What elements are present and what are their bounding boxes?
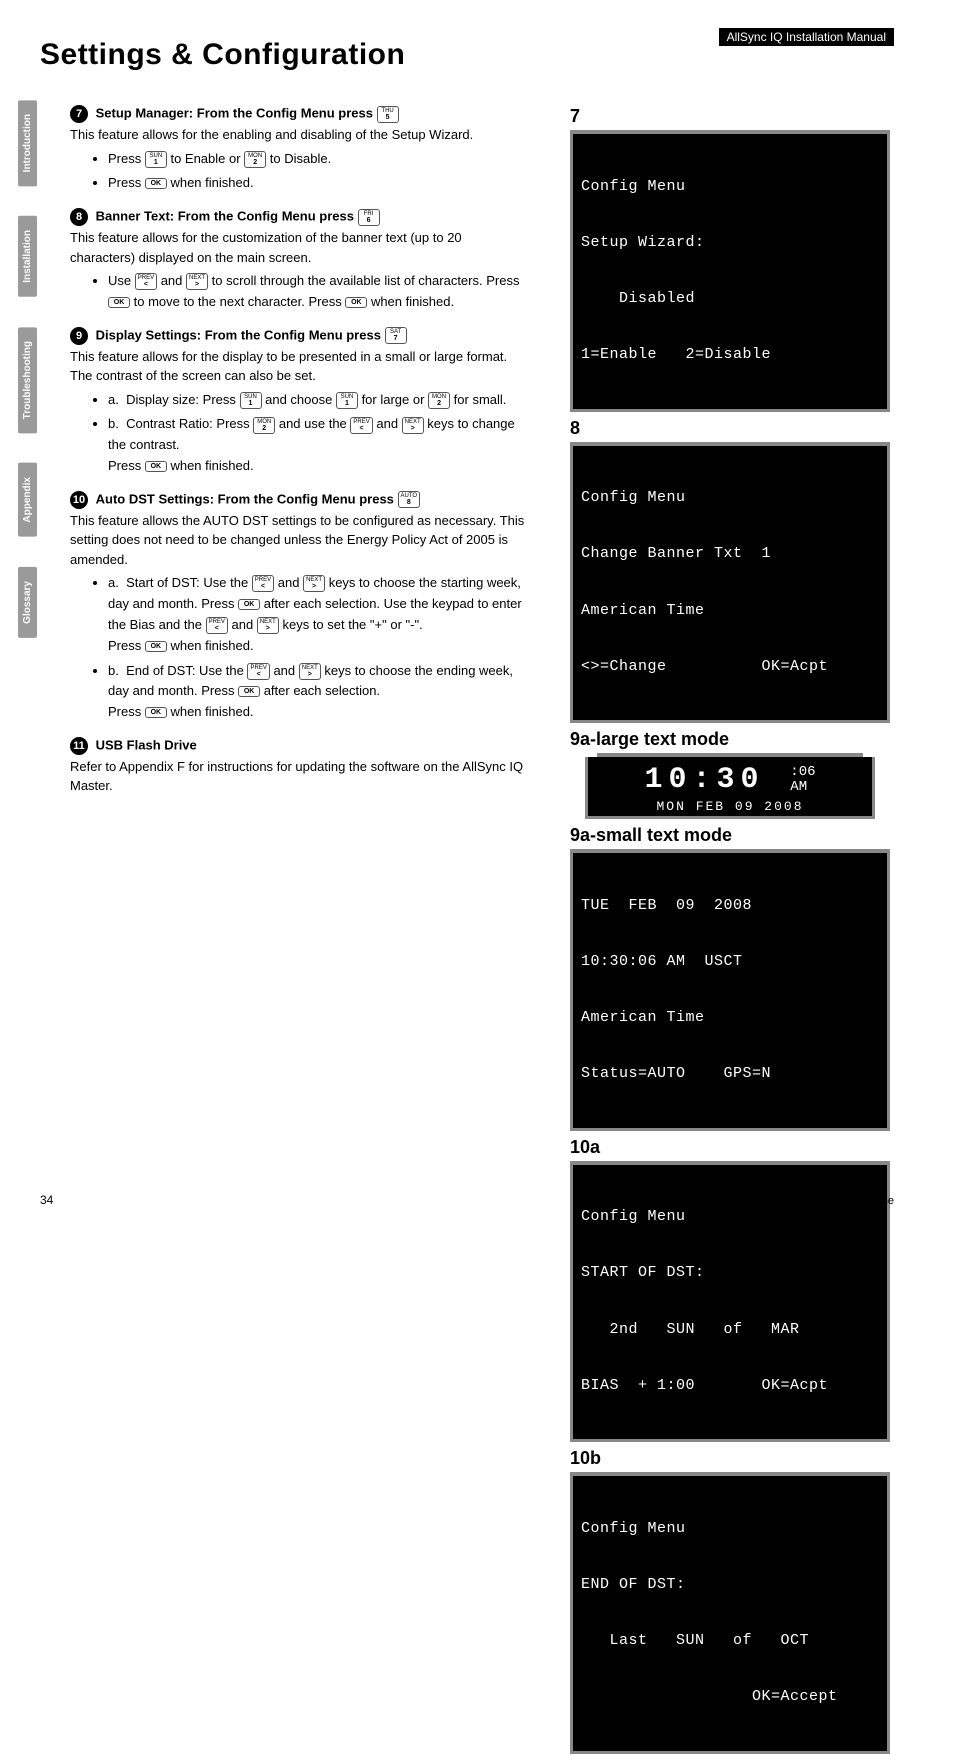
screen-examples-column: 7 Config Menu Setup Wizard: Disabled 1=E… [570, 100, 890, 1754]
s7-bullet-2: Press OK when finished. [108, 173, 530, 194]
lcd-panel-9a-small: TUE FEB 09 2008 10:30:06 AM USCT America… [570, 853, 890, 1131]
section-8-body: This feature allows for the customizatio… [70, 228, 530, 267]
s10-bullet-b: b. End of DST: Use the PREV< and NEXT> k… [108, 661, 530, 723]
panel-10b-label: 10b [570, 1448, 890, 1469]
side-tabs: Introduction Installation Troubleshootin… [18, 100, 46, 668]
page-number: 34 [40, 1193, 53, 1207]
section-10: 10 Auto DST Settings: From the Config Me… [70, 491, 530, 723]
step-number-9: 9 [70, 327, 88, 345]
key-ok: OK [238, 599, 260, 610]
panel-9a-large-label: 9a-large text mode [570, 729, 890, 750]
key-next: NEXT> [303, 575, 325, 592]
lcd-panel-10b: Config Menu END OF DST: Last SUN of OCT … [570, 1476, 890, 1754]
section-10-title: Auto DST Settings: From the Config Menu … [96, 491, 394, 506]
large-time: 10:30 [644, 763, 764, 797]
step-number-10: 10 [70, 491, 88, 509]
key-prev: PREV< [350, 417, 372, 434]
tab-installation[interactable]: Installation [18, 216, 37, 297]
s9-bullet-b: b. Contrast Ratio: Press MON2 and use th… [108, 414, 530, 476]
key-mon-2: MON2 [253, 417, 275, 434]
key-next: NEXT> [402, 417, 424, 434]
step-number-11: 11 [70, 737, 88, 755]
key-ok: OK [108, 297, 130, 308]
section-8-title: Banner Text: From the Config Menu press [96, 209, 354, 224]
key-prev: PREV< [252, 575, 274, 592]
key-ok: OK [345, 297, 367, 308]
key-sat-7: SAT7 [385, 327, 407, 344]
key-ok: OK [145, 641, 167, 652]
key-next: NEXT> [186, 273, 208, 290]
section-11-title: USB Flash Drive [96, 737, 197, 752]
key-prev: PREV< [247, 663, 269, 680]
key-ok: OK [145, 461, 167, 472]
large-ampm: AM [790, 779, 807, 795]
s8-bullet-1: Use PREV< and NEXT> to scroll through th… [108, 271, 530, 313]
large-date: MON FEB 09 2008 [600, 799, 860, 814]
section-7: 7 Setup Manager: From the Config Menu pr… [70, 105, 530, 194]
key-mon-2: MON2 [244, 151, 266, 168]
s10-bullet-a: a. Start of DST: Use the PREV< and NEXT>… [108, 573, 530, 656]
tab-introduction[interactable]: Introduction [18, 100, 37, 186]
page-title: Settings & Configuration [40, 38, 405, 72]
copyright: © American Time [810, 1195, 894, 1207]
section-9: 9 Display Settings: From the Config Menu… [70, 327, 530, 477]
key-ok: OK [145, 707, 167, 718]
panel-9a-small-label: 9a-small text mode [570, 825, 890, 846]
step-number-7: 7 [70, 105, 88, 123]
section-10-body: This feature allows the AUTO DST setting… [70, 511, 530, 570]
s7-bullet-1: Press SUN1 to Enable or MON2 to Disable. [108, 149, 530, 170]
key-mon-2: MON2 [428, 392, 450, 409]
section-11-body: Refer to Appendix F for instructions for… [70, 757, 530, 796]
instructions-column: 7 Setup Manager: From the Config Menu pr… [70, 105, 530, 810]
key-sun-1: SUN1 [336, 392, 358, 409]
section-9-title: Display Settings: From the Config Menu p… [96, 327, 381, 342]
tab-glossary[interactable]: Glossary [18, 567, 37, 638]
key-ok: OK [238, 686, 260, 697]
step-number-8: 8 [70, 208, 88, 226]
section-7-title: Setup Manager: From the Config Menu pres… [96, 105, 373, 120]
large-seconds: :06 [790, 764, 815, 780]
key-sun-1: SUN1 [145, 151, 167, 168]
key-fri-6: FRI6 [358, 209, 380, 226]
s9-bullet-a: a. Display size: Press SUN1 and choose S… [108, 390, 530, 411]
lcd-panel-7: Config Menu Setup Wizard: Disabled 1=Ena… [570, 134, 890, 412]
key-ok: OK [145, 178, 167, 189]
key-thu-5: THU5 [377, 106, 399, 123]
key-prev: PREV< [206, 617, 228, 634]
manual-header: AllSync IQ Installation Manual [719, 28, 894, 46]
tab-troubleshooting[interactable]: Troubleshooting [18, 327, 37, 433]
panel-10a-label: 10a [570, 1137, 890, 1158]
lcd-panel-8: Config Menu Change Banner Txt 1 American… [570, 446, 890, 724]
section-8: 8 Banner Text: From the Config Menu pres… [70, 208, 530, 313]
panel-7-label: 7 [570, 106, 890, 127]
lcd-panel-9a-large: 10:30 :06 AM MON FEB 09 2008 [585, 757, 875, 819]
panel-8-label: 8 [570, 418, 890, 439]
key-sun-1: SUN1 [240, 392, 262, 409]
section-11: 11 USB Flash Drive Refer to Appendix F f… [70, 737, 530, 796]
section-7-body: This feature allows for the enabling and… [70, 125, 530, 145]
key-prev: PREV< [135, 273, 157, 290]
section-9-body: This feature allows for the display to b… [70, 347, 530, 386]
tab-appendix[interactable]: Appendix [18, 463, 37, 537]
key-next: NEXT> [257, 617, 279, 634]
key-auto-8: AUTO8 [398, 491, 421, 508]
key-next: NEXT> [299, 663, 321, 680]
